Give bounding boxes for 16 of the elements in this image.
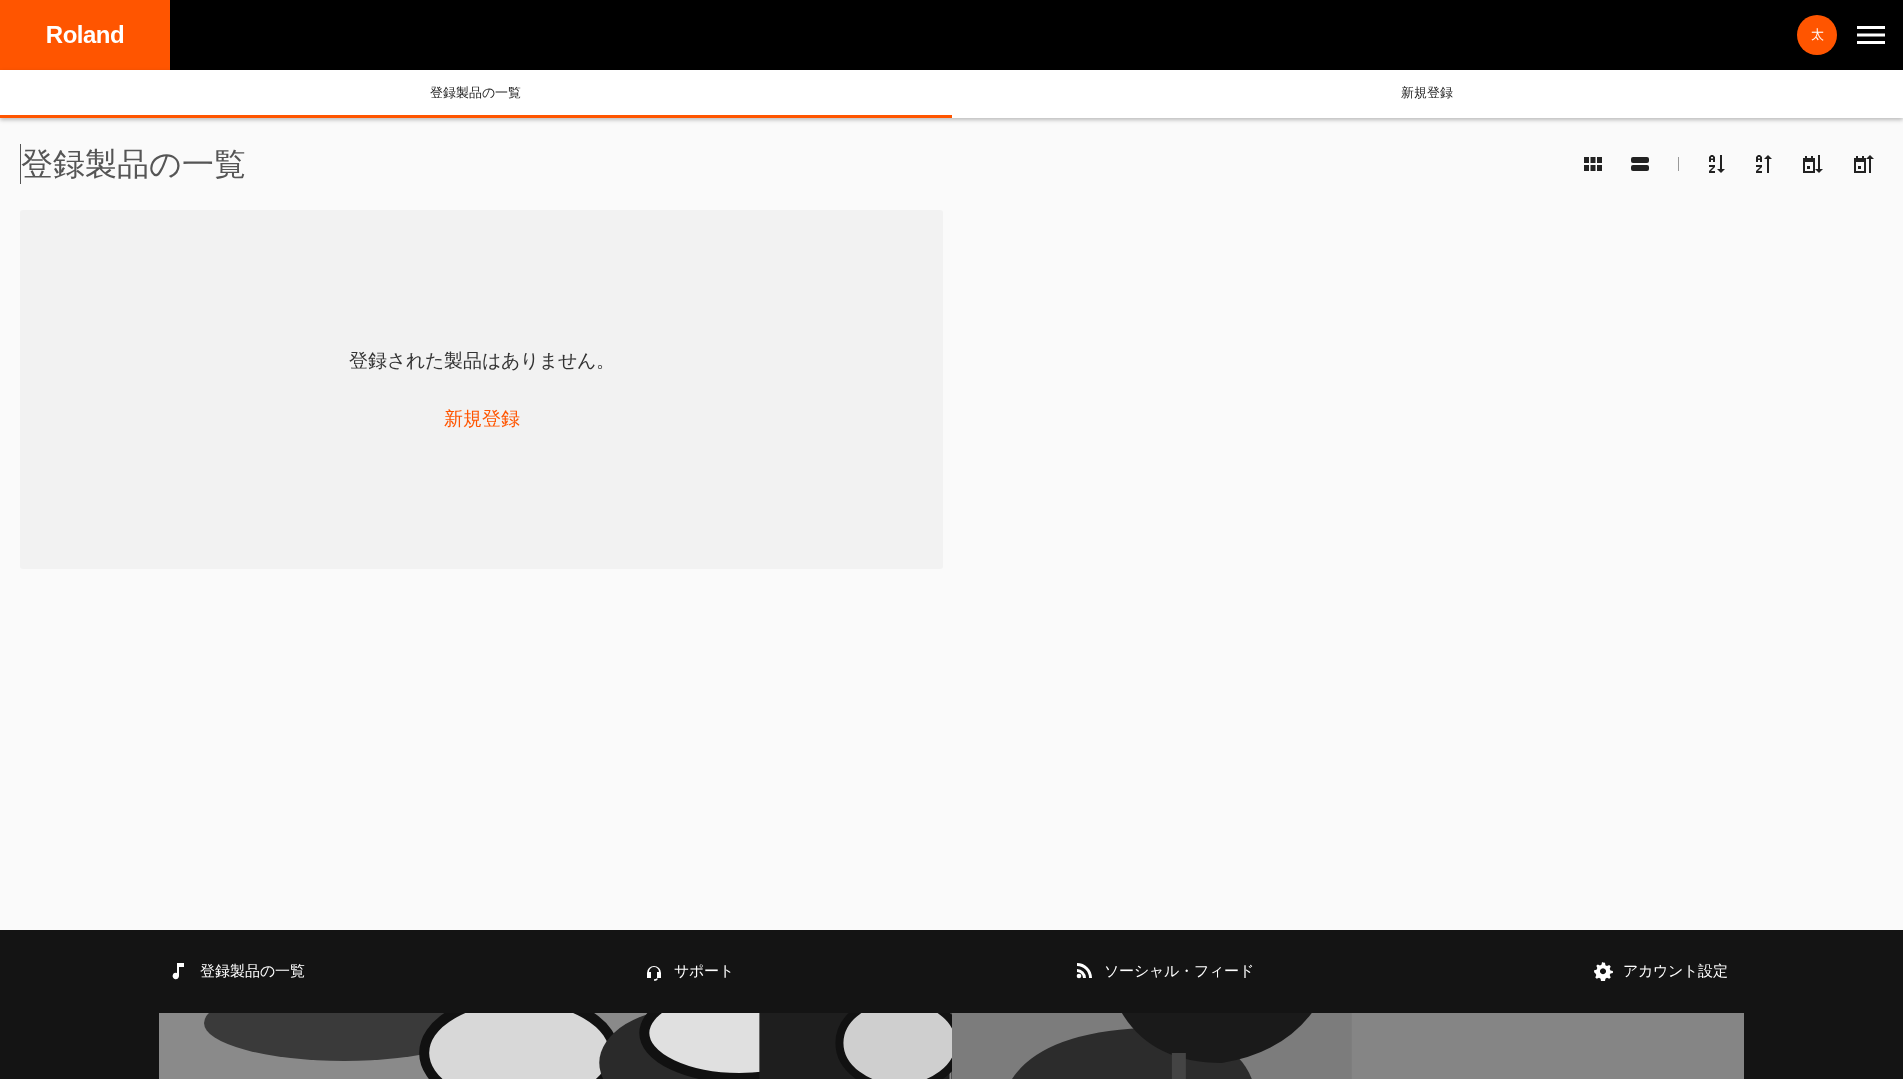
grid-view-icon[interactable]: [1584, 157, 1602, 171]
rss-feed-icon: [1074, 962, 1094, 981]
list-view-icon[interactable]: [1631, 157, 1649, 171]
menu-icon[interactable]: [1857, 25, 1885, 45]
empty-message: 登録された製品はありません。: [348, 348, 615, 373]
sort-alpha-down-icon[interactable]: [1708, 154, 1726, 174]
footer-link[interactable]: アカウント設定: [1623, 962, 1728, 981]
calendar-up-icon[interactable]: [1853, 154, 1875, 174]
tab[interactable]: 登録製品の一覧: [0, 70, 952, 118]
footer-link[interactable]: サポート: [674, 962, 735, 981]
footer-link[interactable]: ソーシャル・フィード: [1103, 962, 1254, 981]
tab[interactable]: 新規登録: [951, 70, 1903, 118]
footer-link[interactable]: 登録製品の一覧: [200, 962, 305, 981]
settings-icon: [1594, 962, 1613, 981]
sort-alpha-up-icon[interactable]: [1755, 154, 1773, 174]
calendar-down-icon[interactable]: [1802, 154, 1824, 174]
